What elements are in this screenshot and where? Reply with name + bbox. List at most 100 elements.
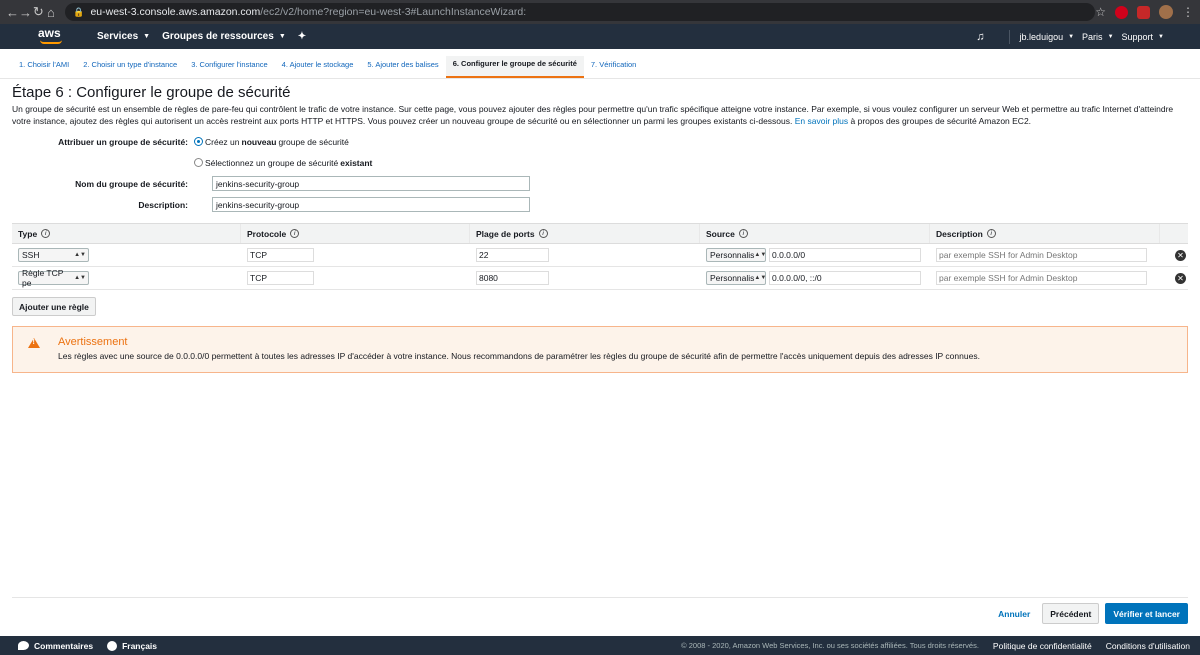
radio-unselected-icon[interactable] bbox=[194, 158, 203, 167]
wizard-step-security-group[interactable]: 6. Configurer le groupe de sécurité bbox=[445, 56, 584, 78]
main-content: Étape 6 : Configurer le groupe de sécuri… bbox=[0, 84, 1200, 373]
description-input[interactable]: par exemple SSH for Admin Desktop bbox=[936, 271, 1147, 285]
protocol-cell: TCP bbox=[241, 248, 470, 262]
lock-icon: 🔒 bbox=[73, 6, 85, 17]
wizard-step-instance-type[interactable]: 2. Choisir un type d'instance bbox=[76, 56, 184, 78]
remove-rule-icon[interactable]: ✕ bbox=[1175, 249, 1186, 261]
aws-logo-text: aws bbox=[38, 26, 61, 40]
info-icon[interactable]: i bbox=[41, 229, 51, 238]
radio-new-suffix: groupe de sécurité bbox=[278, 136, 349, 147]
assign-group-row: Attribuer un groupe de sécurité: Créez u… bbox=[12, 131, 1188, 152]
support-menu[interactable]: Support ▼ bbox=[1122, 32, 1164, 42]
services-menu[interactable]: Services ▼ bbox=[97, 31, 150, 42]
source-type-value: Personnalis bbox=[710, 250, 755, 260]
url-host: eu-west-3.console.aws.amazon.com bbox=[90, 6, 261, 18]
aws-logo[interactable]: aws bbox=[38, 24, 88, 49]
info-icon[interactable]: i bbox=[538, 229, 548, 238]
resource-groups-label: Groupes de ressources bbox=[162, 31, 274, 42]
copyright-text: © 2008 - 2020, Amazon Web Services, Inc.… bbox=[681, 640, 979, 650]
wizard-step-review[interactable]: 7. Vérification bbox=[584, 56, 643, 78]
chat-bubble-icon bbox=[18, 641, 29, 650]
type-value: SSH bbox=[22, 250, 40, 260]
source-type-select[interactable]: Personnalis ▲▼ bbox=[706, 248, 766, 262]
review-launch-button[interactable]: Vérifier et lancer bbox=[1105, 603, 1188, 624]
col-source: Source i bbox=[700, 224, 930, 243]
chevron-down-icon: ▼ bbox=[1068, 33, 1075, 40]
region-menu[interactable]: Paris ▼ bbox=[1082, 32, 1113, 42]
group-name-input[interactable]: jenkins-security-group bbox=[212, 176, 530, 191]
wizard-actions: Annuler Précédent Vérifier et lancer bbox=[12, 597, 1188, 629]
intro-tail: à propos des groupes de sécurité Amazon … bbox=[850, 116, 1032, 126]
nav-divider bbox=[1008, 29, 1010, 44]
home-icon[interactable]: ⌂ bbox=[45, 5, 58, 20]
info-icon[interactable]: i bbox=[738, 229, 748, 238]
radio-new-group[interactable]: Créez un nouveau groupe de sécurité bbox=[194, 137, 349, 147]
type-select[interactable]: SSH ▲▼ bbox=[18, 248, 89, 262]
back-arrow-icon[interactable]: ← bbox=[6, 5, 19, 20]
ports-field[interactable]: 22 bbox=[476, 248, 549, 262]
description-input[interactable]: par exemple SSH for Admin Desktop bbox=[936, 248, 1147, 262]
extension-icon[interactable] bbox=[1137, 5, 1150, 19]
feedback-label: Commentaires bbox=[34, 640, 94, 651]
type-select[interactable]: Règle TCP pe ▲▼ bbox=[18, 268, 89, 288]
select-arrows-icon: ▲▼ bbox=[754, 275, 767, 281]
cancel-button[interactable]: Annuler bbox=[998, 609, 1030, 619]
source-input[interactable]: 0.0.0.0/0 bbox=[769, 248, 921, 262]
source-type-value: Personnalis bbox=[710, 273, 755, 283]
col-ports-label: Plage de ports bbox=[476, 228, 535, 239]
pin-icon[interactable]: ✦ bbox=[298, 31, 306, 42]
aws-top-nav: aws Services ▼ Groupes de ressources ▼ ✦… bbox=[0, 24, 1200, 49]
resource-groups-menu[interactable]: Groupes de ressources ▼ bbox=[162, 31, 286, 42]
wizard-steps: 1. Choisir l'AMI 2. Choisir un type d'in… bbox=[0, 56, 1200, 79]
reload-icon[interactable]: ↻ bbox=[32, 4, 45, 20]
chevron-down-icon: ▼ bbox=[278, 33, 286, 40]
extension-icon[interactable] bbox=[1115, 5, 1128, 19]
language-selector[interactable]: Français bbox=[107, 640, 157, 651]
group-desc-label: Description: bbox=[138, 199, 188, 210]
source-input[interactable]: 0.0.0.0/0, ::/0 bbox=[769, 271, 921, 285]
select-arrows-icon: ▲▼ bbox=[74, 275, 86, 281]
col-type-label: Type bbox=[18, 228, 38, 239]
learn-more-link[interactable]: En savoir plus bbox=[795, 116, 848, 126]
privacy-link[interactable]: Politique de confidentialité bbox=[993, 641, 1092, 651]
source-cell: Personnalis ▲▼ 0.0.0.0/0, ::/0 bbox=[700, 271, 930, 285]
remove-rule-icon[interactable]: ✕ bbox=[1175, 272, 1186, 284]
table-row: SSH ▲▼ TCP 22 Personnalis ▲▼ 0.0.0.0/0 par… bbox=[12, 244, 1188, 267]
info-icon[interactable]: i bbox=[290, 229, 300, 238]
col-type: Type i bbox=[12, 224, 241, 243]
warning-title: Avertissement bbox=[58, 336, 128, 348]
radio-new-prefix: Créez un bbox=[205, 136, 240, 147]
group-desc-input[interactable]: jenkins-security-group bbox=[212, 197, 530, 212]
col-description: Description i bbox=[930, 224, 1160, 243]
page-title: Étape 6 : Configurer le groupe de sécuri… bbox=[12, 84, 291, 101]
bookmark-star-icon[interactable]: ☆ bbox=[1095, 5, 1106, 19]
forward-arrow-icon[interactable]: → bbox=[19, 5, 32, 20]
terms-link[interactable]: Conditions d'utilisation bbox=[1106, 641, 1190, 651]
col-source-label: Source bbox=[706, 228, 735, 239]
feedback-link[interactable]: Commentaires bbox=[18, 641, 93, 651]
browser-menu-icon[interactable]: ⋮ bbox=[1182, 5, 1194, 19]
source-type-select[interactable]: Personnalis ▲▼ bbox=[706, 271, 766, 285]
wizard-step-tags[interactable]: 5. Ajouter des balises bbox=[360, 56, 445, 78]
description-cell: par exemple SSH for Admin Desktop bbox=[930, 271, 1160, 285]
select-arrows-icon: ▲▼ bbox=[754, 252, 767, 258]
info-icon[interactable]: i bbox=[986, 229, 996, 238]
wizard-step-storage[interactable]: 4. Ajouter le stockage bbox=[275, 56, 361, 78]
profile-avatar[interactable] bbox=[1159, 5, 1173, 19]
bell-icon[interactable]: ♫ bbox=[976, 31, 984, 43]
warning-icon: ! bbox=[28, 338, 40, 348]
protocol-field: TCP bbox=[247, 271, 314, 285]
address-bar[interactable]: 🔒 eu-west-3.console.aws.amazon.com /ec2/… bbox=[65, 3, 1096, 21]
ports-field[interactable]: 8080 bbox=[476, 271, 549, 285]
wizard-step-ami[interactable]: 1. Choisir l'AMI bbox=[12, 56, 76, 78]
table-row: Règle TCP pe ▲▼ TCP 8080 Personnalis ▲▼ 0.… bbox=[12, 267, 1188, 290]
add-rule-button[interactable]: Ajouter une règle bbox=[12, 297, 96, 316]
radio-selected-icon[interactable] bbox=[194, 137, 203, 146]
group-desc-row: Description: jenkins-security-group bbox=[12, 194, 1188, 215]
type-cell: Règle TCP pe ▲▼ bbox=[12, 268, 241, 288]
wizard-step-configure-instance[interactable]: 3. Configurer l'instance bbox=[184, 56, 274, 78]
previous-button[interactable]: Précédent bbox=[1042, 603, 1100, 624]
account-menu[interactable]: jb.leduigou ▼ bbox=[1020, 32, 1075, 42]
radio-existing-group[interactable]: Sélectionnez un groupe de sécurité exist… bbox=[194, 158, 372, 168]
col-protocol-label: Protocole bbox=[247, 228, 287, 239]
